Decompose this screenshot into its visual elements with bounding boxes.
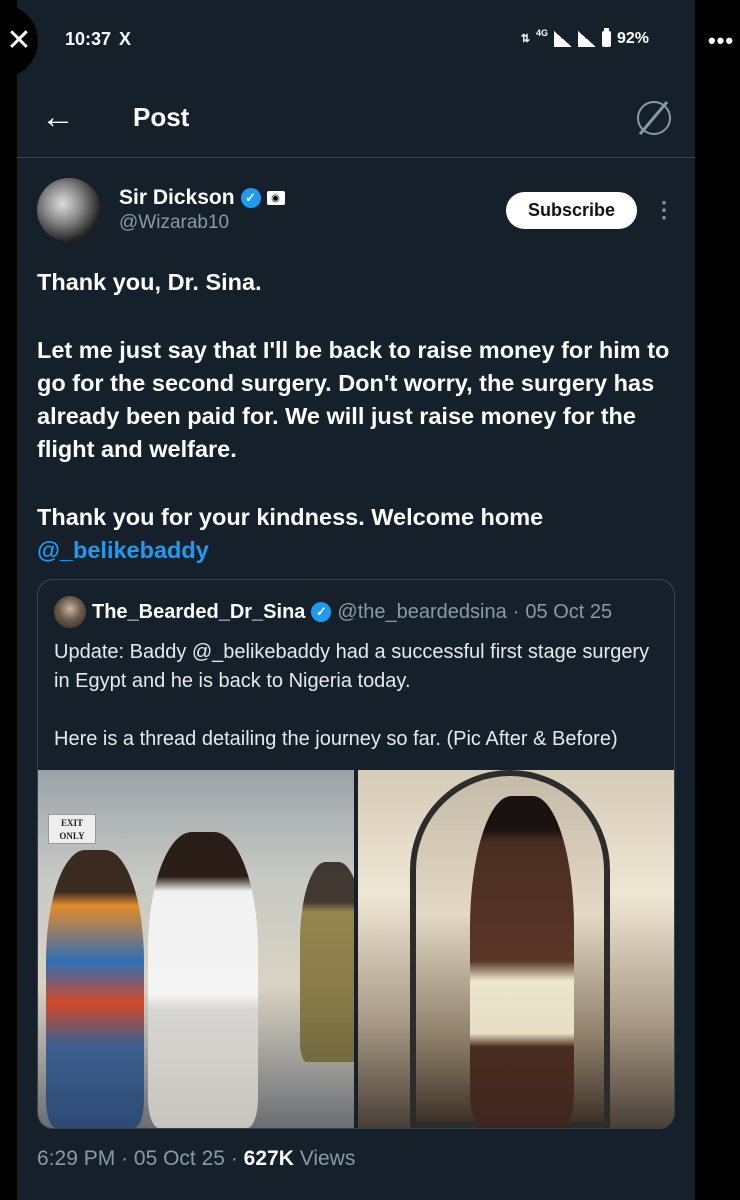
quoted-avatar [54,596,86,628]
views-count[interactable]: 627K [244,1147,294,1170]
meta-separator: · [230,1147,238,1170]
signal-icon [553,31,572,47]
grok-icon[interactable] [637,100,671,135]
post: Sir Dickson ✓ ◉ @Wizarab10 Subscribe ⋮ T… [17,158,695,1129]
quoted-author-name: The_Bearded_Dr_Sina [92,600,306,623]
person-figure [300,862,354,1062]
data-activity-icon: ⇅ [520,32,530,45]
close-icon: ✕ [6,24,32,57]
avatar[interactable] [37,178,101,242]
post-time: 6:29 PM [37,1147,116,1170]
quoted-post[interactable]: The_Bearded_Dr_Sina ✓ @the_beardedsina ·… [37,579,675,1129]
post-paragraph-1: Thank you, Dr. Sina. [37,269,262,295]
more-vertical-icon[interactable]: ⋮ [653,199,675,221]
page-title: Post [133,102,190,132]
mention-link[interactable]: @_belikebaddy [37,537,209,563]
top-bar: ← Post [17,78,695,158]
post-paragraph-2: Let me just say that I'll be back to rai… [37,337,670,462]
photo-before[interactable]: EXIT ONLY [38,770,354,1128]
quoted-author-handle: @the_beardedsina [337,600,507,623]
post-paragraph-3-text: Thank you for your kindness. Welcome hom… [37,504,544,530]
signal-icon-2 [577,31,596,47]
x-logo-icon: X [119,28,132,49]
quoted-paragraph-1: Update: Baddy @_belikebaddy had a succes… [54,638,658,696]
back-arrow-icon[interactable]: ← [41,98,101,137]
verified-badge-icon: ✓ [240,188,261,208]
quoted-author-row: The_Bearded_Dr_Sina ✓ @the_beardedsina ·… [38,580,674,628]
status-bar: 10:37 X ⇅ 4G 92% [17,0,695,78]
post-date: 05 Oct 25 [133,1147,225,1170]
author-info: Sir Dickson ✓ ◉ @Wizarab10 [119,186,506,234]
person-figure [148,832,258,1128]
verified-badge-icon: ✓ [311,602,332,622]
subscribe-button[interactable]: Subscribe [505,191,637,229]
media-grid: EXIT ONLY [38,770,674,1128]
status-time: 10:37 [65,28,112,49]
network-type: 4G [535,28,548,38]
post-text: Thank you, Dr. Sina. Let me just say tha… [37,266,675,567]
exit-sign: EXIT ONLY [48,814,96,844]
battery-level: 92% [616,30,649,47]
overflow-menu-button[interactable]: ••• [702,4,740,78]
quoted-mention: @_belikebaddy [191,641,331,663]
quoted-date: 05 Oct 25 [525,600,613,623]
quoted-paragraph-2: Here is a thread detailing the journey s… [54,728,618,750]
affiliate-badge-icon: ◉ [266,191,285,205]
phone-screen: 10:37 X ⇅ 4G 92% ← Post Sir Dickson ✓ ◉ [17,0,695,1200]
person-figure [46,850,144,1128]
post-meta: 6:29 PM · 05 Oct 25 · 627K Views [17,1129,695,1189]
quoted-text: Update: Baddy @_belikebaddy had a succes… [38,628,674,770]
post-paragraph-3: Thank you for your kindness. Welcome hom… [37,501,675,567]
battery-icon [601,28,611,47]
photo-after[interactable] [358,770,674,1128]
author-handle[interactable]: @Wizarab10 [119,212,506,234]
author-row: Sir Dickson ✓ ◉ @Wizarab10 Subscribe ⋮ [37,178,675,242]
more-horizontal-icon: ••• [707,28,735,53]
author-name[interactable]: Sir Dickson [119,186,235,210]
person-figure [470,796,574,1126]
views-label: Views [299,1147,356,1170]
meta-separator: · [121,1147,129,1170]
quoted-separator: · [512,600,520,623]
quoted-text-prefix: Update: Baddy [54,641,192,663]
